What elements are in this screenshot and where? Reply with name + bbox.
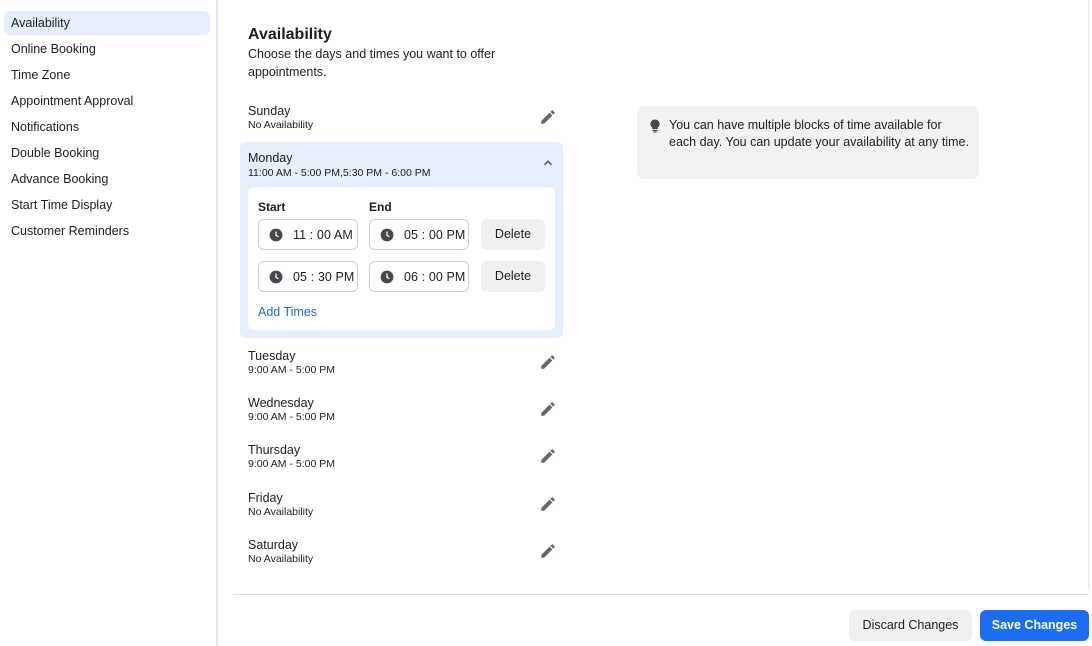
day-name: Monday xyxy=(248,151,293,165)
sidebar-item-time-zone[interactable]: Time Zone xyxy=(4,63,210,87)
add-times-link[interactable]: Add Times xyxy=(258,305,317,319)
pencil-icon[interactable] xyxy=(539,542,557,560)
tip-callout: You can have multiple blocks of time ava… xyxy=(637,106,979,179)
day-row-friday: Friday No Availability xyxy=(240,487,563,527)
clock-icon xyxy=(269,270,283,284)
time-value: 06 : 00 PM xyxy=(404,270,466,284)
end-time-input[interactable]: 06 : 00 PM xyxy=(369,261,469,292)
day-name: Sunday xyxy=(248,104,291,118)
pencil-icon[interactable] xyxy=(539,108,557,126)
end-time-input[interactable]: 05 : 00 PM xyxy=(369,219,469,250)
clock-icon xyxy=(380,228,394,242)
sidebar-item-start-time-display[interactable]: Start Time Display xyxy=(4,193,210,217)
day-hours: 9:00 AM - 5:00 PM xyxy=(248,411,335,423)
day-hours: No Availability xyxy=(248,119,314,131)
time-value: 11 : 00 AM xyxy=(293,228,353,242)
time-block-editor: Start End 11 : 00 AM 05 : 00 PM Delete 0… xyxy=(248,187,555,330)
pencil-icon[interactable] xyxy=(539,447,557,465)
sidebar-item-double-booking[interactable]: Double Booking xyxy=(4,141,210,165)
start-label: Start xyxy=(258,200,286,214)
day-row-saturday: Saturday No Availability xyxy=(240,534,563,574)
sidebar-item-appointment-approval[interactable]: Appointment Approval xyxy=(4,89,210,113)
end-label: End xyxy=(369,200,392,214)
tip-text: You can have multiple blocks of time ava… xyxy=(669,118,969,149)
day-row-sunday: Sunday No Availability xyxy=(240,100,563,140)
day-hours: 9:00 AM - 5:00 PM xyxy=(248,364,335,376)
day-row-tuesday: Tuesday 9:00 AM - 5:00 PM xyxy=(240,345,563,385)
main-panel: Availability Choose the days and times y… xyxy=(220,0,1092,646)
day-name: Wednesday xyxy=(248,396,314,410)
day-name: Saturday xyxy=(248,538,299,552)
day-name: Friday xyxy=(248,491,283,505)
pencil-icon[interactable] xyxy=(539,495,557,513)
time-value: 05 : 00 PM xyxy=(404,228,466,242)
day-row-monday: Monday 11:00 AM - 5:00 PM,5:30 PM - 6:00… xyxy=(240,142,563,338)
clock-icon xyxy=(269,228,283,242)
sidebar-item-availability[interactable]: Availability xyxy=(4,11,210,35)
settings-sidebar: Availability Online Booking Time Zone Ap… xyxy=(0,0,218,646)
chevron-up-icon[interactable] xyxy=(541,156,555,170)
sidebar-item-advance-booking[interactable]: Advance Booking xyxy=(4,167,210,191)
day-name: Thursday xyxy=(248,443,301,457)
start-time-input[interactable]: 05 : 30 PM xyxy=(258,261,358,292)
day-row-wednesday: Wednesday 9:00 AM - 5:00 PM xyxy=(240,392,563,432)
sidebar-item-online-booking[interactable]: Online Booking xyxy=(4,37,210,61)
page-description: Choose the days and times you want to of… xyxy=(248,47,496,79)
time-value: 05 : 30 PM xyxy=(293,270,355,284)
day-name: Tuesday xyxy=(248,349,296,363)
lightbulb-icon xyxy=(650,119,660,133)
scrollbar-track[interactable] xyxy=(1088,0,1089,590)
pencil-icon[interactable] xyxy=(539,353,557,371)
footer-divider xyxy=(233,594,1089,595)
day-row-thursday: Thursday 9:00 AM - 5:00 PM xyxy=(240,439,563,479)
day-hours: No Availability xyxy=(248,553,314,565)
start-time-input[interactable]: 11 : 00 AM xyxy=(258,219,358,250)
day-hours: 11:00 AM - 5:00 PM,5:30 PM - 6:00 PM xyxy=(248,167,431,179)
sidebar-item-customer-reminders[interactable]: Customer Reminders xyxy=(4,219,210,243)
discard-changes-button[interactable]: Discard Changes xyxy=(849,610,972,641)
page-title: Availability xyxy=(248,26,332,43)
day-hours: 9:00 AM - 5:00 PM xyxy=(248,458,335,470)
day-hours: No Availability xyxy=(248,506,314,518)
sidebar-item-notifications[interactable]: Notifications xyxy=(4,115,210,139)
save-changes-button[interactable]: Save Changes xyxy=(980,610,1089,641)
clock-icon xyxy=(380,270,394,284)
pencil-icon[interactable] xyxy=(539,400,557,418)
delete-block-button[interactable]: Delete xyxy=(481,219,545,250)
delete-block-button[interactable]: Delete xyxy=(481,261,545,292)
